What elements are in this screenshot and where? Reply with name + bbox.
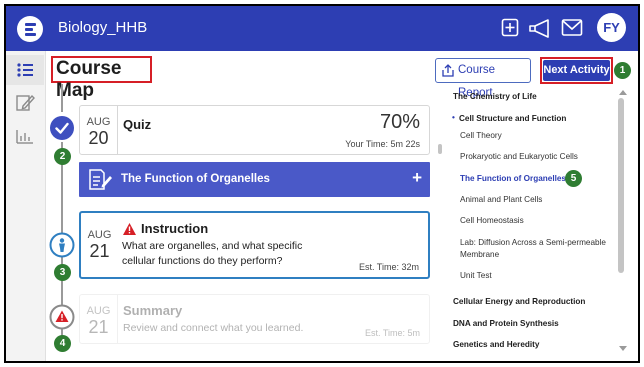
activity-month: AUG — [86, 116, 111, 128]
outline-lesson[interactable]: Cell Theory — [460, 131, 502, 140]
bar-chart-icon — [16, 130, 33, 144]
app-logo-icon[interactable] — [17, 16, 43, 42]
activity-title: Quiz — [123, 117, 152, 132]
activity-month: AUG — [87, 229, 112, 241]
mail-icon[interactable] — [561, 18, 583, 37]
export-icon — [442, 64, 454, 77]
outline-lesson[interactable]: Membrane — [460, 250, 499, 259]
scrollbar-thumb[interactable] — [618, 98, 624, 273]
activity-title: Summary — [123, 303, 183, 318]
activity-time: Est. Time: 5m — [364, 328, 420, 338]
outline-lesson[interactable]: Animal and Plant Cells — [460, 195, 542, 204]
user-avatar[interactable]: FY — [597, 13, 626, 42]
activity-score: 70% — [379, 111, 420, 133]
warning-circle-icon — [49, 304, 75, 330]
scroll-down-arrow[interactable] — [619, 346, 627, 351]
next-activity-highlight: Next Activity — [540, 57, 613, 84]
expand-icon[interactable]: + — [412, 168, 422, 188]
outline-lesson[interactable]: Cell Homeostasis — [460, 216, 524, 225]
timeline-line — [61, 84, 63, 112]
activity-description: Review and connect what you learned. — [123, 322, 304, 334]
activity-day: 21 — [88, 317, 109, 337]
activity-day: 21 — [89, 241, 110, 261]
activity-card-summary[interactable]: AUG 21 Summary Review and connect what y… — [79, 294, 430, 344]
callout-badge: 5 — [565, 170, 582, 187]
rail-course-map[interactable] — [6, 55, 44, 85]
activity-date: AUG 21 — [81, 213, 118, 277]
megaphone-icon[interactable] — [528, 18, 554, 38]
outline-lesson[interactable]: Unit Test — [460, 271, 492, 280]
outline-lesson[interactable]: Lab: Diffusion Across a Semi-permeable — [460, 238, 606, 247]
course-outline: The Chemistry of Life • Cell Structure a… — [438, 88, 624, 354]
rail-grades[interactable] — [6, 121, 44, 151]
scroll-up-arrow[interactable] — [619, 90, 627, 95]
document-edit-icon — [89, 169, 112, 190]
callout-badge: 1 — [614, 62, 631, 79]
activity-description: What are organelles, and what specific c… — [122, 240, 303, 267]
rail-assignments[interactable] — [6, 88, 44, 118]
activity-card-instruction[interactable]: AUG 21 Instruction What are organelles, … — [79, 211, 430, 279]
edit-icon — [16, 94, 35, 111]
course-report-button[interactable]: Course Report — [435, 58, 531, 99]
activity-date: AUG 20 — [80, 106, 117, 154]
step-badge: 3 — [54, 264, 71, 281]
app-title: Biology_HHB — [58, 19, 148, 36]
outline-unit[interactable]: DNA and Protein Synthesis — [453, 319, 559, 328]
activity-card-quiz[interactable]: AUG 20 Quiz 70% Your Time: 5m 22s — [79, 105, 430, 155]
next-activity-button[interactable]: Next Activity — [543, 60, 610, 81]
warning-icon — [123, 223, 136, 235]
activity-date: AUG 21 — [80, 295, 117, 343]
outline-bullet: • — [452, 113, 455, 122]
check-circle-icon — [50, 116, 74, 140]
top-bar: Biology_HHB FY — [6, 6, 638, 51]
step-badge: 2 — [54, 148, 71, 165]
app-frame: Biology_HHB FY Course Map Course Report … — [4, 4, 640, 363]
page-title: Course Map — [51, 56, 152, 101]
outline-unit[interactable]: The Chemistry of Life — [453, 92, 537, 101]
list-icon — [17, 63, 33, 77]
activity-day: 20 — [88, 128, 109, 148]
activity-title: Instruction — [141, 221, 209, 236]
section-title: The Function of Organelles — [121, 173, 270, 185]
outline-unit[interactable]: Genetics and Heredity — [453, 340, 539, 349]
left-rail — [6, 51, 46, 361]
person-circle-icon — [49, 232, 75, 258]
section-bar[interactable]: The Function of Organelles + — [79, 162, 430, 197]
outline-lesson[interactable]: Prokaryotic and Eukaryotic Cells — [460, 152, 578, 161]
activity-time: Est. Time: 32m — [358, 262, 419, 272]
step-badge: 4 — [54, 335, 71, 352]
activity-time: Your Time: 5m 22s — [345, 139, 420, 149]
plus-square-icon[interactable] — [501, 18, 519, 37]
activity-month: AUG — [86, 305, 111, 317]
outline-unit[interactable]: Cell Structure and Function — [459, 114, 566, 123]
outline-unit[interactable]: Cellular Energy and Reproduction — [453, 297, 585, 306]
outline-lesson-active[interactable]: The Function of Organelles — [460, 174, 566, 183]
